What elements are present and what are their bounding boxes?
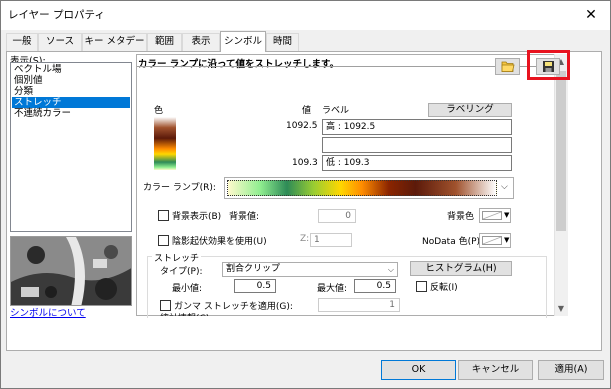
about-symbology-link[interactable]: シンボルについて <box>10 305 86 319</box>
stretch-group-label: ストレッチ <box>152 251 202 264</box>
invert-label: 反転(I) <box>430 283 458 293</box>
label-column-header: ラベル <box>322 106 350 116</box>
value-column-header: 値 <box>302 106 312 116</box>
background-value-field[interactable]: 0 <box>318 209 356 223</box>
nodata-color-label: NoData 色(P): <box>422 237 484 247</box>
stretch-type-value: 割合クリップ <box>226 264 281 274</box>
z-factor-field[interactable]: 1 <box>310 233 352 247</box>
background-color-picker[interactable]: ▼ <box>479 208 511 223</box>
color-column-header: 色 <box>154 106 164 116</box>
tab-time[interactable]: 時間 <box>266 33 299 51</box>
hillshade-label: 陰影起伏効果を使用(U) <box>172 237 267 247</box>
tab-key-metadata[interactable]: キー メタデータ <box>82 33 147 63</box>
list-item-discrete-color[interactable]: 不連続カラー <box>12 108 130 119</box>
background-value-label: 背景値: <box>229 212 260 222</box>
apply-button[interactable]: 適用(A) <box>538 360 604 380</box>
low-label-field[interactable]: 低 : 109.3 <box>322 155 512 171</box>
list-item-stretched[interactable]: ストレッチ <box>12 97 130 108</box>
renderer-list[interactable]: ベクトル場 個別値 分類 ストレッチ 不連続カラー <box>10 62 132 232</box>
hillshade-checkbox[interactable] <box>158 235 169 246</box>
open-folder-button[interactable] <box>495 58 520 75</box>
list-item-classified[interactable]: 分類 <box>12 86 130 97</box>
no-color-icon <box>482 211 502 220</box>
labeling-button[interactable]: ラベリング <box>428 103 512 117</box>
stretch-type-dropdown[interactable]: 割合クリップ ⌵ <box>222 262 398 277</box>
statistics-label: 統計情報(C) <box>160 311 209 316</box>
close-button[interactable]: ✕ <box>580 5 602 25</box>
mid-label-field[interactable] <box>322 137 512 153</box>
show-background-label: 背景表示(B) <box>172 212 222 222</box>
tab-display[interactable]: 表示 <box>182 33 220 51</box>
highlight-frame <box>527 50 570 80</box>
min-label: 最小値: <box>172 284 203 294</box>
color-ramp-dropdown[interactable]: ⌵ <box>224 177 514 199</box>
heading-divider <box>137 66 554 67</box>
tab-general[interactable]: 一般 <box>6 33 38 51</box>
color-ramp-label: カラー ランプ(R): <box>143 183 216 193</box>
tab-extent[interactable]: 範囲 <box>147 33 182 51</box>
chevron-down-icon: ⌵ <box>387 265 394 274</box>
cancel-button[interactable]: キャンセル <box>458 360 533 380</box>
invert-checkbox[interactable] <box>416 281 427 292</box>
no-color-icon <box>482 236 502 245</box>
caret-down-icon: ▼ <box>504 236 510 244</box>
min-value-field[interactable]: 0.5 <box>234 279 276 293</box>
high-label-field[interactable]: 高 : 1092.5 <box>322 119 512 135</box>
show-background-checkbox[interactable] <box>158 210 169 221</box>
gamma-value-field[interactable]: 1 <box>318 298 400 312</box>
low-value: 109.3 <box>292 158 318 168</box>
tab-source[interactable]: ソース <box>38 33 82 51</box>
window-title: レイヤー プロパティ <box>8 9 105 21</box>
high-value: 1092.5 <box>286 121 318 131</box>
folder-icon <box>501 61 515 72</box>
type-label: タイプ(P): <box>160 267 203 277</box>
histogram-button[interactable]: ヒストグラム(H) <box>410 261 512 276</box>
panel-heading: カラー ランプに沿って値をストレッチします。 <box>138 59 340 70</box>
gamma-checkbox[interactable] <box>160 300 171 311</box>
max-label: 最大値: <box>317 284 348 294</box>
caret-down-icon: ▼ <box>504 211 510 219</box>
z-label: Z: <box>300 234 310 244</box>
nodata-color-picker[interactable]: ▼ <box>479 233 511 248</box>
scroll-down-icon[interactable]: ▼ <box>554 302 568 316</box>
tab-symbology[interactable]: シンボル <box>220 31 266 52</box>
max-value-field[interactable]: 0.5 <box>354 279 396 293</box>
color-ramp-gradient <box>227 180 497 196</box>
list-item-vector-field[interactable]: ベクトル場 <box>12 64 130 75</box>
symbology-preview-image <box>10 236 132 306</box>
list-item-unique-values[interactable]: 個別値 <box>12 75 130 86</box>
scrollbar-thumb[interactable] <box>556 71 566 231</box>
ok-button[interactable]: OK <box>381 360 456 380</box>
background-color-label: 背景色 <box>447 212 475 222</box>
chevron-down-icon: ⌵ <box>501 182 508 192</box>
color-ramp-swatch[interactable] <box>154 117 176 170</box>
